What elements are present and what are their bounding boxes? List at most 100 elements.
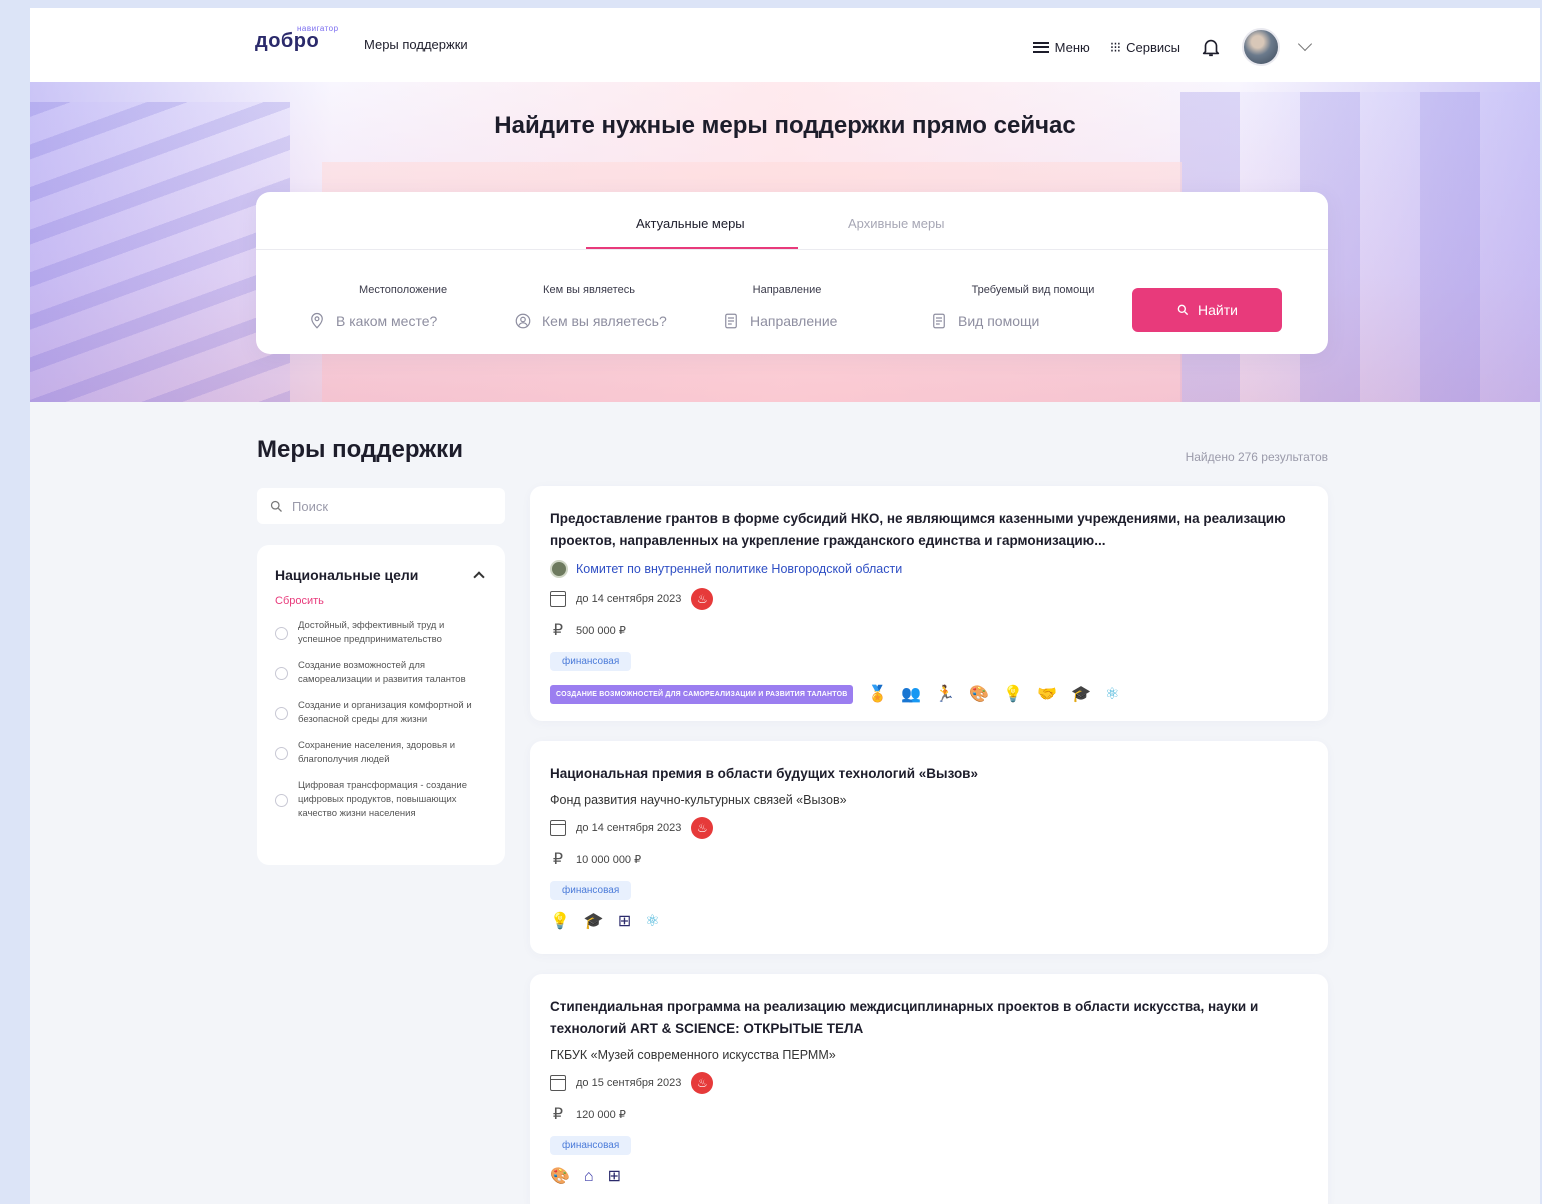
- filter-option-label: Сохранение населения, здоровья и благопо…: [298, 740, 456, 765]
- location-field[interactable]: Местоположение В каком месте?: [308, 284, 478, 330]
- palette-icon[interactable]: 🎨: [550, 1169, 570, 1185]
- palette-icon[interactable]: 🎨: [969, 686, 989, 703]
- bulb-icon[interactable]: 💡: [550, 914, 570, 930]
- grid-dots-icon: ⁝⁝⁝: [1109, 39, 1121, 55]
- filter-option[interactable]: Сохранение населения, здоровья и благопо…: [275, 739, 487, 767]
- atom-icon[interactable]: ⚛: [1105, 686, 1119, 703]
- services-button[interactable]: ⁝⁝⁝ Сервисы: [1110, 40, 1180, 55]
- graduation-icon[interactable]: 🎓: [584, 914, 604, 930]
- user-icon: [515, 313, 531, 329]
- direction-field[interactable]: Направление Направление: [722, 284, 852, 330]
- organization-name: Комитет по внутренней политике Новгородс…: [576, 562, 903, 576]
- measure-card[interactable]: Национальная премия в области будущих те…: [530, 741, 1328, 954]
- tab-current-measures[interactable]: Актуальные меры: [636, 216, 745, 231]
- results-count: Найдено 276 результатов: [1185, 450, 1328, 464]
- filter-option[interactable]: Цифровая трансформация - создание цифров…: [275, 779, 487, 821]
- amount-text: 120 000 ₽: [576, 1108, 626, 1121]
- grid-icon[interactable]: ⊞: [618, 914, 631, 930]
- top-actions: Меню ⁝⁝⁝ Сервисы: [1032, 28, 1313, 66]
- deadline-row: до 14 сентября 2023 ♨: [550, 817, 1308, 839]
- calendar-icon: [550, 820, 566, 836]
- search-icon: [270, 500, 282, 512]
- find-button[interactable]: Найти: [1132, 288, 1282, 332]
- radio-button[interactable]: [275, 626, 288, 640]
- active-tab-indicator: [586, 247, 798, 249]
- measure-organization[interactable]: Комитет по внутренней политике Новгородс…: [550, 560, 1308, 578]
- goal-badge[interactable]: СОЗДАНИЕ ВОЗМОЖНОСТЕЙ ДЛЯ САМОРЕАЛИЗАЦИИ…: [550, 685, 854, 704]
- organization-name: Фонд развития научно-культурных связей «…: [550, 793, 847, 807]
- search-icon: [1177, 304, 1189, 316]
- support-type-tag[interactable]: финансовая: [550, 652, 632, 671]
- support-type-tag[interactable]: финансовая: [550, 881, 632, 900]
- amount-row: ₽ 120 000 ₽: [550, 1104, 1308, 1124]
- atom-icon[interactable]: ⚛: [645, 914, 659, 930]
- find-button-label: Найти: [1198, 302, 1238, 318]
- filter-option[interactable]: Создание и организация комфортной и безо…: [275, 699, 487, 727]
- filter-option[interactable]: Создание возможностей для самореализации…: [275, 659, 487, 687]
- logo[interactable]: добро навигатор: [255, 24, 338, 53]
- tab-archive-measures[interactable]: Архивные меры: [848, 216, 945, 231]
- graduation-icon[interactable]: 🎓: [1071, 686, 1091, 703]
- measure-title[interactable]: Стипендиальная программа на реализацию м…: [550, 996, 1308, 1040]
- handshake-icon[interactable]: 🤝: [1037, 686, 1057, 703]
- measure-card[interactable]: Предоставление грантов в форме субсидий …: [530, 486, 1328, 721]
- bell-icon[interactable]: [1200, 36, 1222, 58]
- deadline-text: до 15 сентября 2023: [576, 1077, 682, 1089]
- medal-icon[interactable]: 🏅: [867, 686, 887, 703]
- location-label: Местоположение: [358, 284, 448, 296]
- search-panel: Актуальные меры Архивные меры Местополож…: [256, 192, 1328, 354]
- calendar-icon: [550, 591, 566, 607]
- filter-option[interactable]: Достойный, эффективный труд и успешное п…: [275, 619, 487, 647]
- chevron-down-icon[interactable]: [1297, 36, 1313, 52]
- grid-icon[interactable]: ⊞: [608, 1169, 621, 1185]
- radio-button[interactable]: [275, 793, 288, 807]
- measure-organization: Фонд развития научно-культурных связей «…: [550, 793, 1308, 807]
- radio-button[interactable]: [275, 666, 288, 680]
- measure-organization: ГКБУК «Музей современного искусства ПЕРМ…: [550, 1048, 1308, 1062]
- avatar[interactable]: [1242, 28, 1280, 66]
- direction-placeholder: Направление: [750, 313, 838, 329]
- role-placeholder: Кем вы являетесь?: [542, 313, 667, 329]
- help-type-placeholder: Вид помощи: [958, 313, 1040, 329]
- organization-name: ГКБУК «Музей современного искусства ПЕРМ…: [550, 1048, 836, 1062]
- role-field[interactable]: Кем вы являетесь Кем вы являетесь?: [514, 284, 667, 330]
- goal-icons: СОЗДАНИЕ ВОЗМОЖНОСТЕЙ ДЛЯ САМОРЕАЛИЗАЦИИ…: [550, 685, 1308, 704]
- amount-row: ₽ 500 000 ₽: [550, 620, 1308, 640]
- radio-button[interactable]: [275, 746, 288, 760]
- measure-tabs: Актуальные меры Архивные меры: [256, 192, 1328, 250]
- measure-card[interactable]: Стипендиальная программа на реализацию м…: [530, 974, 1328, 1204]
- help-type-field[interactable]: Требуемый вид помощи Вид помощи: [930, 284, 1118, 330]
- hero-decor-left: [30, 102, 290, 402]
- location-placeholder: В каком месте?: [336, 313, 438, 329]
- document-icon: [933, 313, 945, 329]
- reset-filter-link[interactable]: Сбросить: [275, 595, 487, 607]
- ruble-icon: ₽: [552, 1106, 564, 1123]
- filter-header[interactable]: Национальные цели: [275, 567, 487, 583]
- people-icon[interactable]: 👥: [901, 686, 921, 703]
- deadline-row: до 15 сентября 2023 ♨: [550, 1072, 1308, 1094]
- filter-title: Национальные цели: [275, 567, 419, 583]
- runner-icon[interactable]: 🏃: [935, 686, 955, 703]
- radio-button[interactable]: [275, 706, 288, 720]
- fire-icon: ♨: [691, 588, 714, 610]
- location-icon: [311, 312, 323, 329]
- ruble-icon: ₽: [552, 851, 564, 868]
- house-icon[interactable]: ⌂: [584, 1169, 594, 1185]
- chevron-up-icon[interactable]: [473, 571, 485, 583]
- amount-text: 500 000 ₽: [576, 624, 626, 637]
- nav-section-link[interactable]: Меры поддержки: [364, 37, 468, 52]
- measure-title[interactable]: Национальная премия в области будущих те…: [550, 763, 1308, 785]
- support-type-tag[interactable]: финансовая: [550, 1136, 632, 1155]
- amount-row: ₽ 10 000 000 ₽: [550, 849, 1308, 869]
- calendar-icon: [550, 1075, 566, 1091]
- filter-option-label: Достойный, эффективный труд и успешное п…: [298, 620, 445, 645]
- deadline-text: до 14 сентября 2023: [576, 593, 682, 605]
- measure-title[interactable]: Предоставление грантов в форме субсидий …: [550, 508, 1308, 552]
- deadline-row: до 14 сентября 2023 ♨: [550, 588, 1308, 610]
- sidebar-search-input[interactable]: [292, 498, 492, 514]
- bulb-icon[interactable]: 💡: [1003, 686, 1023, 703]
- page-frame: добро навигатор Меры поддержки Меню ⁝⁝⁝ …: [30, 8, 1540, 1204]
- organization-emblem-icon: [550, 560, 568, 578]
- sidebar-search[interactable]: [257, 488, 505, 524]
- menu-button[interactable]: Меню: [1032, 40, 1090, 55]
